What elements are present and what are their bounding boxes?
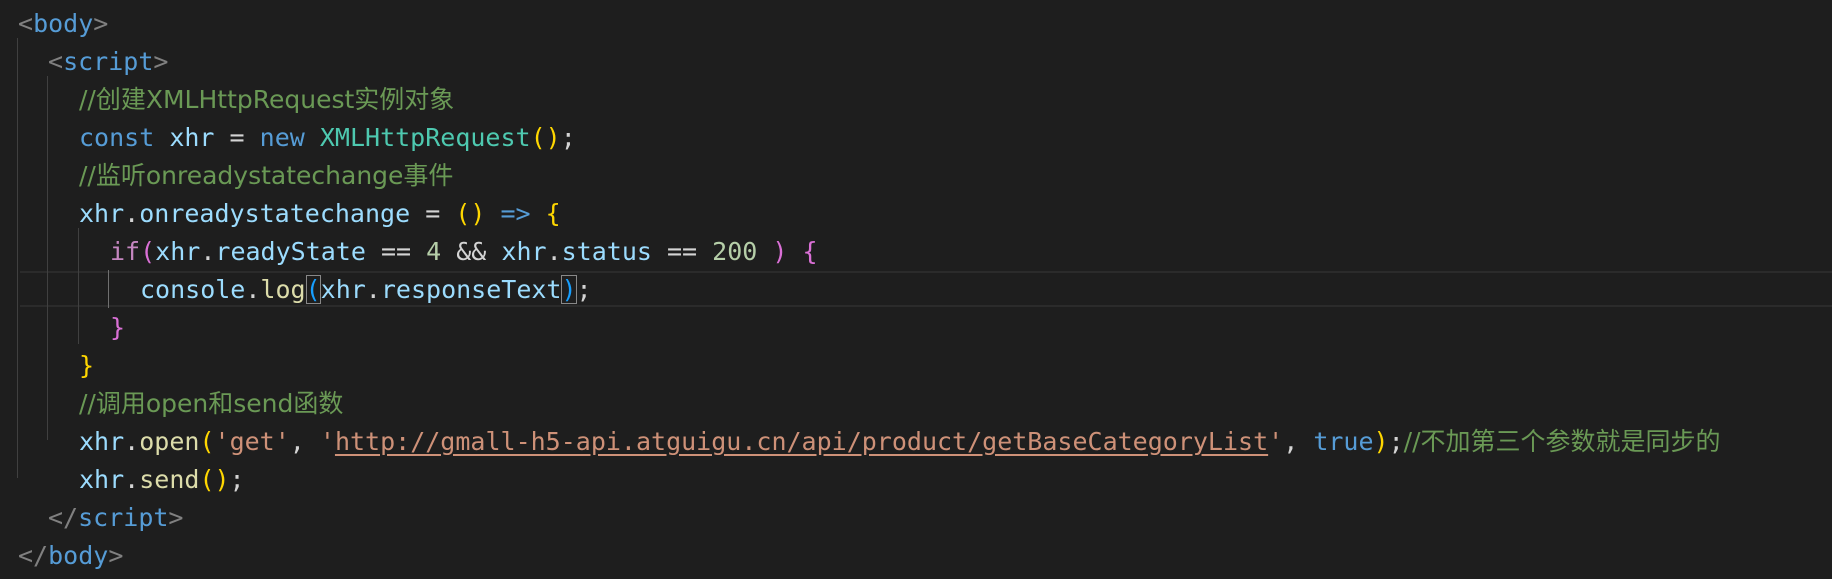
function-name: open [139, 427, 200, 456]
paren-matched: ) [561, 275, 577, 304]
paren-matched: ( [305, 275, 321, 304]
punctuation: . [200, 237, 216, 266]
brace: } [110, 313, 126, 342]
punctuation: ; [560, 123, 576, 152]
punctuation: ; [576, 275, 592, 304]
variable: xhr [79, 199, 125, 228]
tag-bracket: > [108, 541, 124, 570]
variable: xhr [79, 465, 125, 494]
code-line-4: const xhr = new XMLHttpRequest(); [79, 119, 576, 157]
url-link[interactable]: http://gmall-h5-api.atguigu.cn/api/produ… [335, 427, 1268, 456]
property: readyState [215, 237, 366, 266]
keyword: if [110, 237, 141, 266]
boolean: true [1313, 427, 1374, 456]
operator: == [651, 237, 713, 266]
brace: { [545, 199, 561, 228]
string-quote: ' [274, 427, 290, 456]
punctuation: . [546, 237, 562, 266]
variable: xhr [169, 123, 215, 152]
tag-name: script [63, 47, 154, 76]
punctuation: . [124, 199, 140, 228]
paren: ( [199, 427, 215, 456]
code-line-11: //调用open和send函数 [79, 385, 343, 423]
operator: = [410, 199, 456, 228]
code-line-8: console.log(xhr.responseText); [140, 271, 592, 309]
punctuation: . [124, 465, 140, 494]
code-comment: //监听onreadystatechange事件 [79, 161, 454, 190]
variable: xhr [320, 275, 366, 304]
paren: ) [772, 237, 788, 266]
tag-name: script [78, 503, 169, 532]
paren: () [530, 123, 561, 152]
tag-bracket: > [168, 503, 184, 532]
code-line-7: if(xhr.readyState == 4 && xhr.status == … [110, 233, 818, 271]
variable: xhr [501, 237, 547, 266]
indent-guide-1 [17, 38, 18, 478]
code-line-1: <body> [18, 5, 108, 43]
code-comment: //不加第三个参数就是同步的 [1403, 427, 1721, 456]
function-name: send [139, 465, 200, 494]
paren: ( [140, 237, 156, 266]
operator: == [365, 237, 427, 266]
tag-bracket: </ [48, 503, 79, 532]
code-line-15: </body> [18, 537, 123, 575]
keyword: const [79, 123, 155, 152]
punctuation: ; [1388, 427, 1404, 456]
property: status [561, 237, 652, 266]
tag-name: body [33, 9, 94, 38]
variable: xhr [79, 427, 125, 456]
arrow-operator: => [500, 199, 531, 228]
paren: ) [1373, 427, 1389, 456]
code-line-12: xhr.open('get', 'http://gmall-h5-api.atg… [79, 423, 1721, 461]
variable: xhr [155, 237, 201, 266]
operator: = [214, 123, 260, 152]
code-line-13: xhr.send(); [79, 461, 245, 499]
punctuation: . [124, 427, 140, 456]
punctuation: . [245, 275, 261, 304]
number: 4 [426, 237, 442, 266]
punctuation: , [1283, 427, 1314, 456]
punctuation: . [365, 275, 381, 304]
code-line-6: xhr.onreadystatechange = () => { [79, 195, 561, 233]
tag-name: body [48, 541, 109, 570]
code-editor[interactable]: <body> <script> //创建XMLHttpRequest实例对象 c… [0, 0, 1832, 579]
keyword: new [259, 123, 305, 152]
property: onreadystatechange [139, 199, 411, 228]
paren: () [455, 199, 486, 228]
string-quote: ' [1268, 427, 1284, 456]
operator: && [441, 237, 502, 266]
code-line-3: //创建XMLHttpRequest实例对象 [79, 81, 454, 119]
code-line-5: //监听onreadystatechange事件 [79, 157, 453, 195]
tag-bracket: < [18, 9, 34, 38]
code-comment: //创建XMLHttpRequest实例对象 [79, 85, 455, 114]
code-line-9: } [110, 309, 125, 347]
variable: console [140, 275, 246, 304]
number: 200 [712, 237, 758, 266]
string: get [229, 427, 275, 456]
brace: { [802, 237, 818, 266]
property: responseText [380, 275, 562, 304]
code-line-10: } [79, 347, 94, 385]
punctuation: , [289, 427, 320, 456]
class-name: XMLHttpRequest [319, 123, 531, 152]
code-line-2: <script> [48, 43, 168, 81]
code-line-14: </script> [48, 499, 183, 537]
indent-guide-2 [47, 76, 48, 440]
tag-bracket: < [48, 47, 64, 76]
indent-guide-active [108, 270, 109, 308]
string-quote: ' [214, 427, 230, 456]
indent-guide-3 [78, 228, 79, 344]
string-quote: ' [319, 427, 335, 456]
tag-bracket: </ [18, 541, 49, 570]
function-name: log [260, 275, 306, 304]
brace: } [79, 351, 95, 380]
tag-bracket: > [93, 9, 109, 38]
tag-bracket: > [153, 47, 169, 76]
paren: () [199, 465, 230, 494]
punctuation: ; [229, 465, 245, 494]
code-comment: //调用open和send函数 [79, 389, 344, 418]
